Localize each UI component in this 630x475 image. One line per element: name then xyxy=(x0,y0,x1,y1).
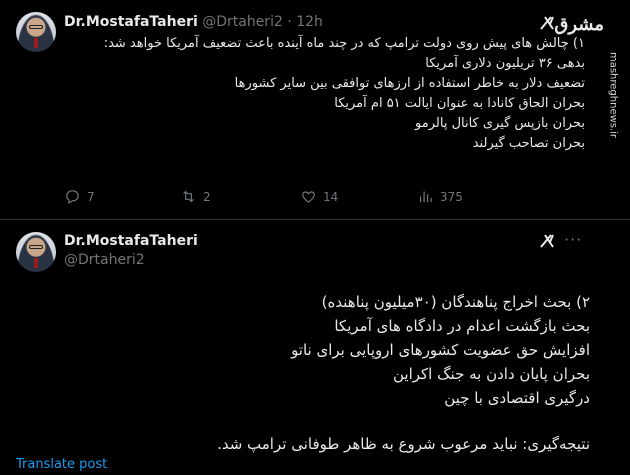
timestamp[interactable]: 12h xyxy=(296,14,323,30)
tweet-2-text: ۲) بحث اخراج پناهندگان (۳۰میلیون پناهنده… xyxy=(150,290,590,456)
tweet-2-line: افزایش حق عضویت کشورهای اروپایی برای نات… xyxy=(291,341,590,359)
tweet-1-header: Dr.MostafaTaheri @Drtaheri2 · 12h xyxy=(64,14,323,30)
avatar[interactable] xyxy=(16,232,56,272)
grok-icon[interactable] xyxy=(538,14,556,32)
reply-count: 7 xyxy=(87,189,95,204)
like-button[interactable]: 14 xyxy=(300,188,338,205)
tweet-2-line: ۲) بحث اخراج پناهندگان (۳۰میلیون پناهنده… xyxy=(321,293,590,311)
display-name[interactable]: Dr.MostafaTaheri xyxy=(64,233,198,249)
views-button[interactable]: 375 xyxy=(417,188,463,205)
reply-icon xyxy=(66,190,79,204)
tweet-2-line: بحران پایان دادن به جنگ اکراین xyxy=(393,365,590,383)
watermark-url: mashreghnews.ir xyxy=(601,25,625,165)
retweet-icon xyxy=(183,190,194,203)
tweet-1-line: بدهی ۳۶ تریلیون دلاری آمریکا xyxy=(425,56,585,71)
avatar[interactable] xyxy=(16,12,56,52)
handle[interactable]: @Drtaheri2 xyxy=(202,14,283,30)
tweet-2-line: بحث بازگشت اعدام در دادگاه های آمریکا xyxy=(334,317,590,335)
tweet-1-line: تضعیف دلار به خاطر استفاده از ارزهای توا… xyxy=(234,76,585,91)
tweet-1-text: ۱) چالش های پیش روی دولت ترامپ که در چند… xyxy=(80,34,585,154)
tweet-1-line: ۱) چالش های پیش روی دولت ترامپ که در چند… xyxy=(103,36,585,51)
translate-post-link[interactable]: Translate post xyxy=(16,457,107,472)
tweet-2-conclusion: نتیجه‌گیری: نباید مرعوب شروع به ظاهر طوف… xyxy=(217,435,590,453)
more-options-icon[interactable]: ··· xyxy=(564,230,582,249)
avatar-glasses xyxy=(29,25,43,29)
tweet-1-line: بحران تصاحب گیرلند xyxy=(472,136,585,151)
tweet-1: Dr.MostafaTaheri @Drtaheri2 · 12h مشرق m… xyxy=(0,0,630,220)
tweet-1-line: بحران بازپس گیری کانال پالرمو xyxy=(415,116,585,131)
views-count: 375 xyxy=(440,189,463,204)
grok-icon[interactable] xyxy=(538,232,556,250)
tweet-1-actions: 7 2 14 375 xyxy=(0,188,630,210)
heart-icon xyxy=(302,191,315,203)
retweet-button[interactable]: 2 xyxy=(180,188,211,205)
like-count: 14 xyxy=(323,189,339,204)
watermark-url-text: mashreghnews.ir xyxy=(607,51,619,139)
views-icon xyxy=(419,191,432,203)
separator: · xyxy=(287,14,292,30)
display-name[interactable]: Dr.MostafaTaheri xyxy=(64,14,198,30)
tweet-2-line: درگیری اقتصادی با چین xyxy=(444,389,590,407)
reply-button[interactable]: 7 xyxy=(64,188,95,205)
avatar-glasses xyxy=(29,245,43,249)
watermark-logo: مشرق xyxy=(554,14,604,35)
retweet-count: 2 xyxy=(203,189,211,204)
handle[interactable]: @Drtaheri2 xyxy=(64,252,145,268)
avatar-tie xyxy=(34,258,38,268)
avatar-tie xyxy=(34,38,38,48)
tweet-1-line: بحران الحاق کانادا به عنوان ایالت ۵۱ ام … xyxy=(334,96,585,111)
